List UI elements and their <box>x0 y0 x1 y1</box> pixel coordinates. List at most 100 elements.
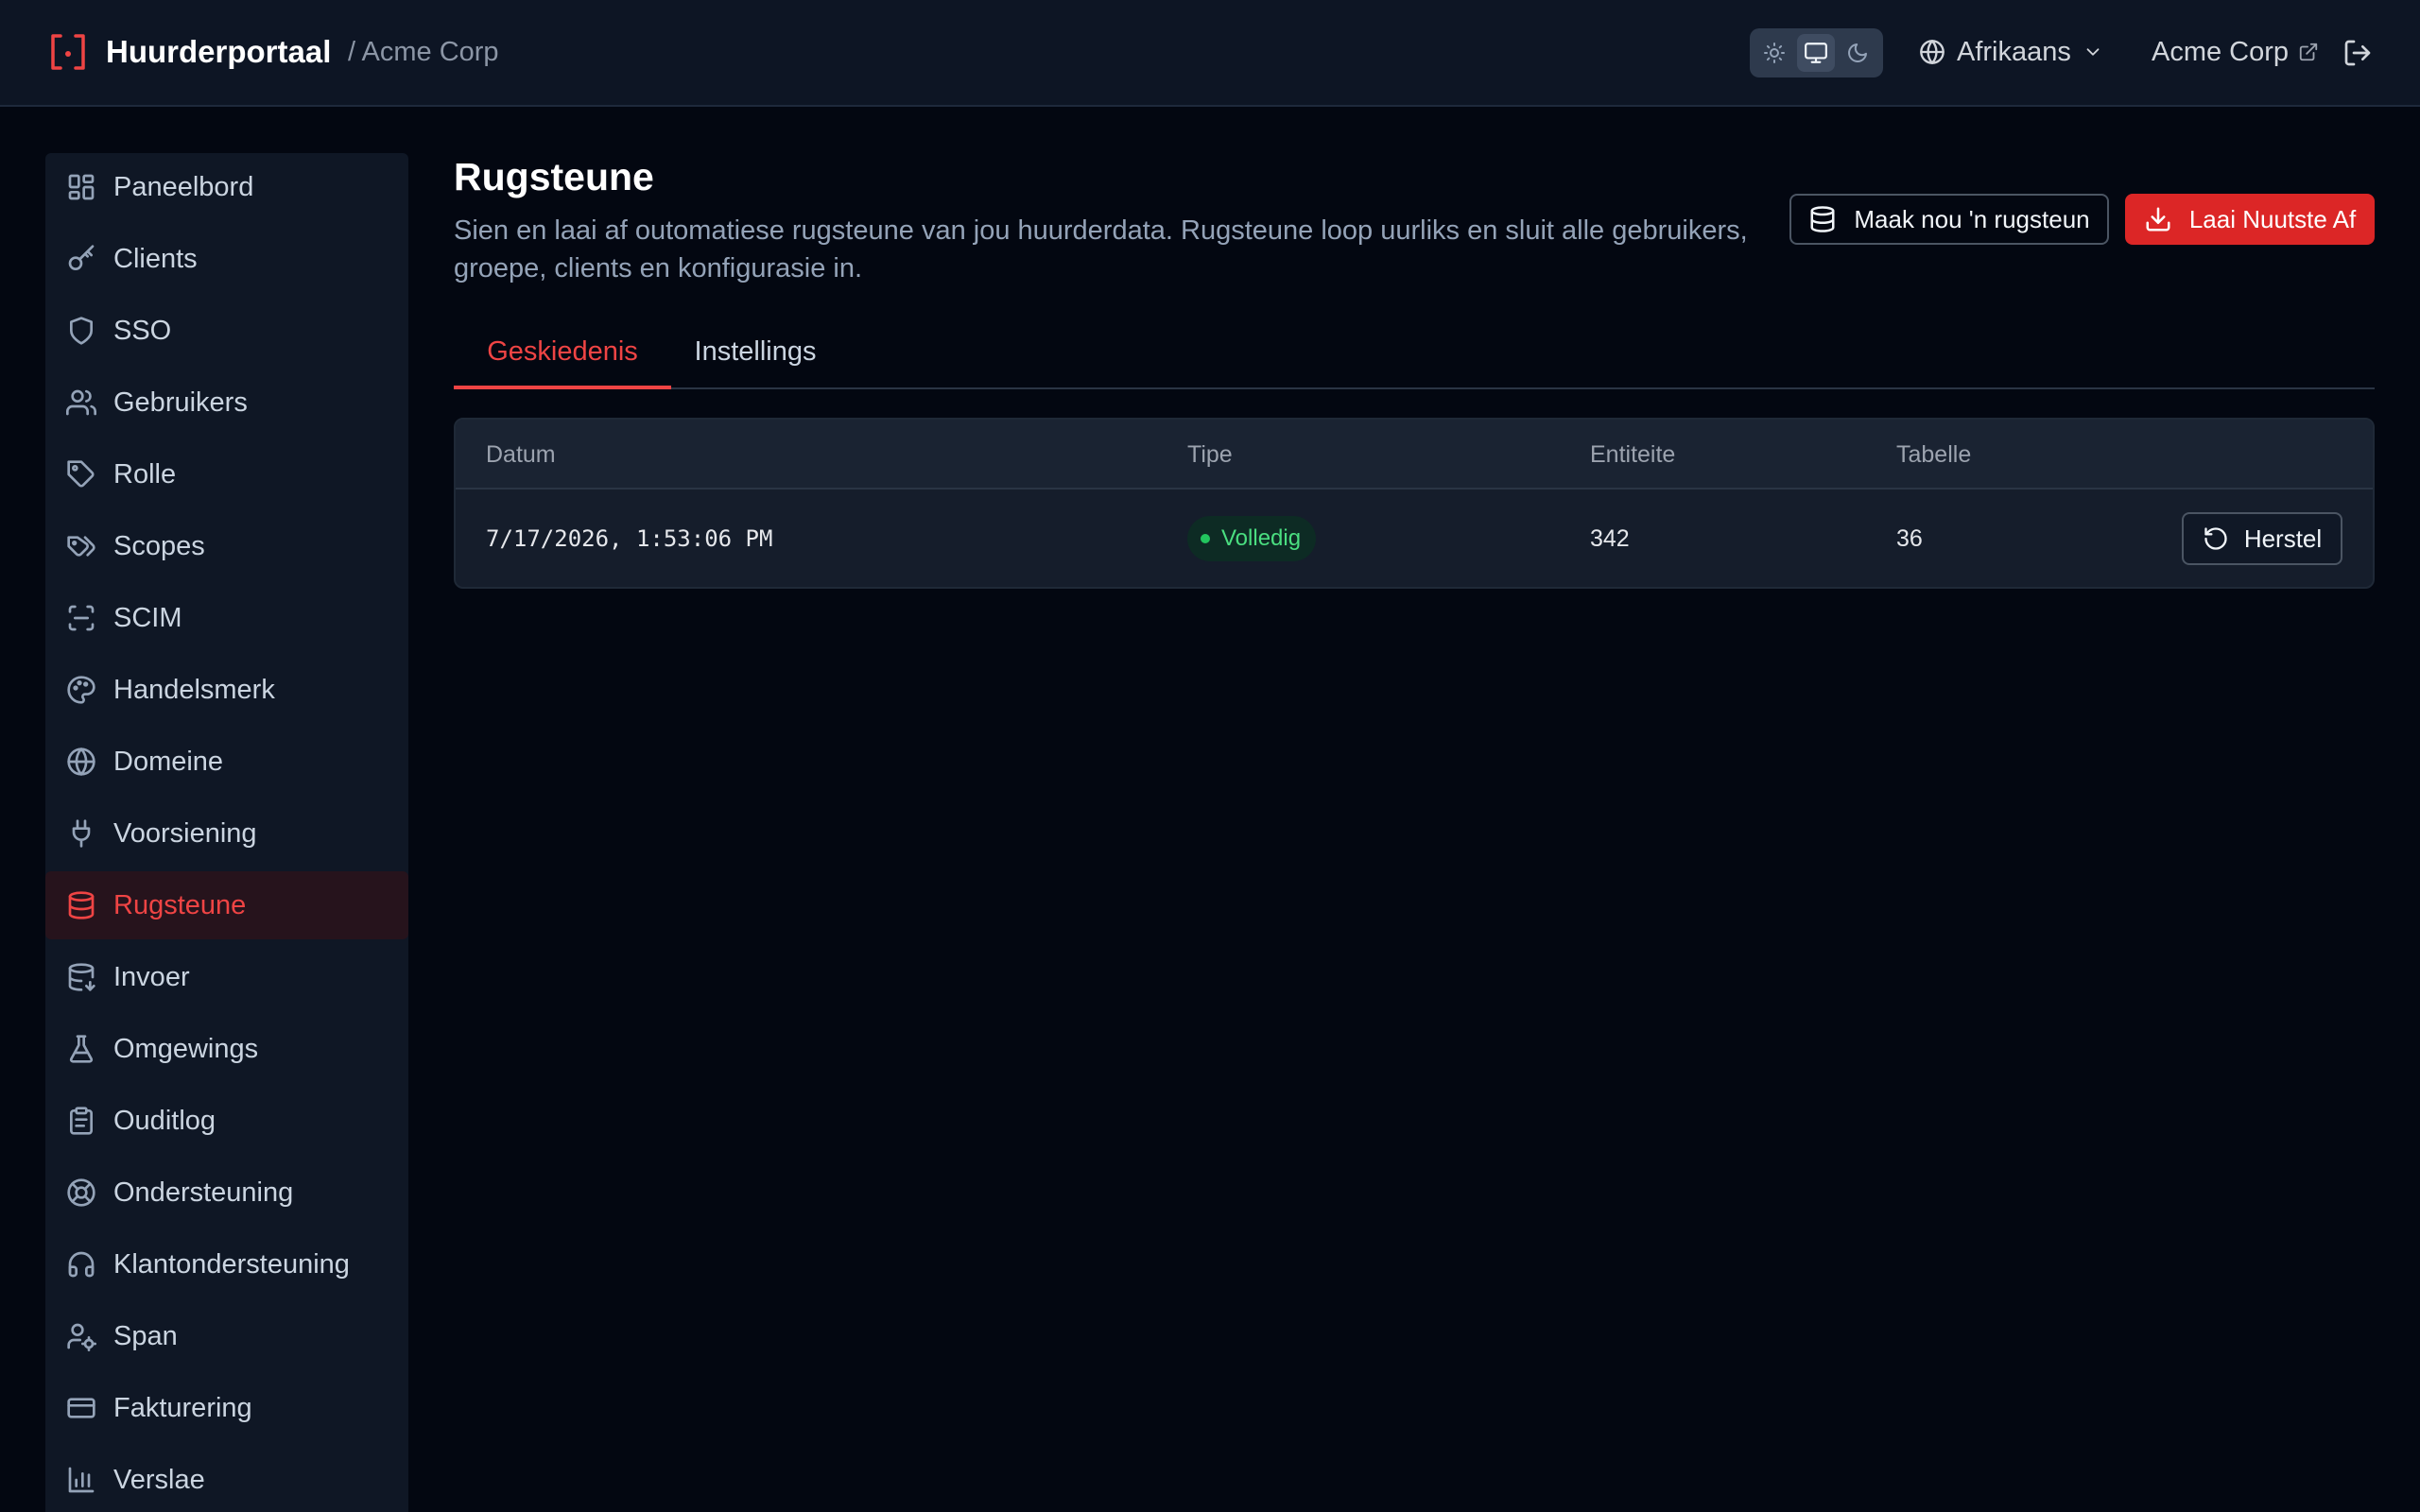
clipboard-icon <box>70 1107 93 1135</box>
moon-icon[interactable] <box>1839 34 1876 72</box>
shield-icon <box>70 317 93 345</box>
dashboard-icon <box>68 174 95 200</box>
sidebar-item-rolle[interactable]: Rolle <box>45 440 408 508</box>
theme-switcher <box>1750 28 1883 77</box>
tenant-label: Acme Corp <box>2152 36 2290 67</box>
sidebar-item-clients[interactable]: Clients <box>45 225 408 293</box>
sidebar-item-paneelbord[interactable]: Paneelbord <box>45 153 408 221</box>
sidebar-item-label: Scopes <box>113 530 205 561</box>
sidebar-item-fakturering[interactable]: Fakturering <box>45 1374 408 1442</box>
sidebar-item-label: Paneelbord <box>113 171 254 202</box>
download-latest-label: Laai Nuutste Af <box>2188 204 2357 233</box>
sidebar-item-scim[interactable]: SCIM <box>45 584 408 652</box>
database-icon <box>1810 206 1835 232</box>
sidebar-item-label: SCIM <box>113 602 182 633</box>
credit-card-icon <box>67 1398 95 1418</box>
backup-entities: 342 <box>1590 525 1630 552</box>
monitor-icon[interactable] <box>1797 34 1835 72</box>
sidebar-item-label: Klantondersteuning <box>113 1248 350 1280</box>
sidebar-item-label: Verslae <box>113 1464 205 1495</box>
sidebar-item-ondersteuning[interactable]: Ondersteuning <box>45 1159 408 1227</box>
key-icon <box>68 245 95 270</box>
database-icon <box>68 891 95 919</box>
scan-icon <box>68 605 95 631</box>
tab-bar: Geskiedenis Instellings <box>454 321 2375 389</box>
sidebar-item-domeine[interactable]: Domeine <box>45 728 408 796</box>
sidebar-item-scopes[interactable]: Scopes <box>45 512 408 580</box>
sidebar-item-ouditlog[interactable]: Ouditlog <box>45 1087 408 1155</box>
tenant-link[interactable]: Acme Corp <box>2152 32 2319 72</box>
brand-logo-icon <box>49 32 87 72</box>
sidebar-item-label: Voorsiening <box>113 817 257 849</box>
column-header-tipe: Tipe <box>1187 441 1233 468</box>
top-header: Huurderportaal / Acme Corp Afrikaans Acm… <box>0 0 2420 107</box>
headphones-icon <box>68 1251 95 1278</box>
restore-icon <box>2204 527 2227 550</box>
sidebar-item-label: Ouditlog <box>113 1105 216 1136</box>
palette-icon <box>67 676 95 704</box>
globe-icon <box>67 747 95 776</box>
tags-icon <box>67 536 95 557</box>
sidebar-item-label: Gebruikers <box>113 387 248 418</box>
sidebar-item-label: Ondersteuning <box>113 1177 294 1208</box>
tab-instellings[interactable]: Instellings <box>671 321 839 389</box>
lifebuoy-icon <box>67 1178 95 1207</box>
download-latest-button[interactable]: Laai Nuutste Af <box>2125 194 2375 245</box>
sidebar: Paneelbord Clients SSO Gebruikers Rolle … <box>45 153 408 1512</box>
sidebar-item-label: SSO <box>113 315 172 346</box>
sun-icon[interactable] <box>1755 34 1793 72</box>
sidebar-item-handelsmerk[interactable]: Handelsmerk <box>45 656 408 724</box>
breadcrumb: / Acme Corp <box>348 37 499 67</box>
tag-icon <box>67 460 95 488</box>
sidebar-item-invoer[interactable]: Invoer <box>45 943 408 1011</box>
flask-icon <box>69 1035 94 1063</box>
column-header-entiteite: Entiteite <box>1590 441 1676 468</box>
page-title: Rugsteune <box>454 155 654 198</box>
sidebar-item-verslae[interactable]: Verslae <box>45 1446 408 1512</box>
sidebar-item-omgewings[interactable]: Omgewings <box>45 1015 408 1083</box>
language-selector[interactable]: Afrikaans <box>1919 32 2103 72</box>
users-icon <box>66 389 96 416</box>
status-dot <box>1201 534 1210 543</box>
download-icon <box>2146 207 2170 232</box>
tab-geskiedenis[interactable]: Geskiedenis <box>454 321 671 389</box>
sidebar-item-label: Invoer <box>113 961 190 992</box>
sidebar-item-label: Domeine <box>113 746 224 777</box>
sidebar-item-label: Rolle <box>113 458 177 490</box>
brand-name[interactable]: Huurderportaal <box>106 32 331 72</box>
globe-icon <box>1920 40 1945 64</box>
chevron-down-icon <box>2086 48 2100 56</box>
backup-tables: 36 <box>1896 525 1923 552</box>
page-description: Sien en laai af outomatiese rugsteune va… <box>454 215 1748 284</box>
backups-table: Datum Tipe Entiteite Tabelle 7/17/2026, … <box>454 418 2375 589</box>
sidebar-item-label: Fakturering <box>113 1392 252 1423</box>
sidebar-item-gebruikers[interactable]: Gebruikers <box>45 369 408 437</box>
logout-icon[interactable] <box>2342 38 2373 68</box>
create-backup-label: Maak nou 'n rugsteun <box>1854 204 2090 233</box>
user-cog-icon <box>67 1323 96 1351</box>
sidebar-item-voorsiening[interactable]: Voorsiening <box>45 799 408 868</box>
table-header: Datum Tipe Entiteite Tabelle <box>456 420 2373 490</box>
column-header-datum: Datum <box>486 441 556 468</box>
sidebar-item-label: Clients <box>113 243 198 274</box>
column-header-tabelle: Tabelle <box>1896 441 1972 468</box>
language-label: Afrikaans <box>1957 36 2071 67</box>
sidebar-item-label: Omgewings <box>113 1033 259 1064</box>
sidebar-item-span[interactable]: Span <box>45 1302 408 1370</box>
bar-chart-icon <box>68 1467 95 1493</box>
sidebar-item-klantondersteuning[interactable]: Klantondersteuning <box>45 1230 408 1298</box>
external-link-icon <box>2299 43 2318 61</box>
table-row: 7/17/2026, 1:53:06 PM Volledig 342 36 He… <box>456 490 2373 587</box>
create-backup-button[interactable]: Maak nou 'n rugsteun <box>1789 194 2109 245</box>
database-import-icon <box>68 963 95 991</box>
restore-label: Herstel <box>2243 524 2323 553</box>
sidebar-item-label: Rugsteune <box>113 889 247 920</box>
sidebar-item-rugsteune[interactable]: Rugsteune <box>45 871 408 939</box>
sidebar-item-label: Span <box>113 1320 178 1351</box>
backup-date: 7/17/2026, 1:53:06 PM <box>486 525 773 552</box>
restore-button[interactable]: Herstel <box>2182 512 2342 565</box>
sidebar-item-label: Handelsmerk <box>113 674 275 705</box>
status-badge-label: Volledig <box>1221 525 1302 551</box>
status-badge: Volledig <box>1187 516 1317 561</box>
sidebar-item-sso[interactable]: SSO <box>45 297 408 365</box>
